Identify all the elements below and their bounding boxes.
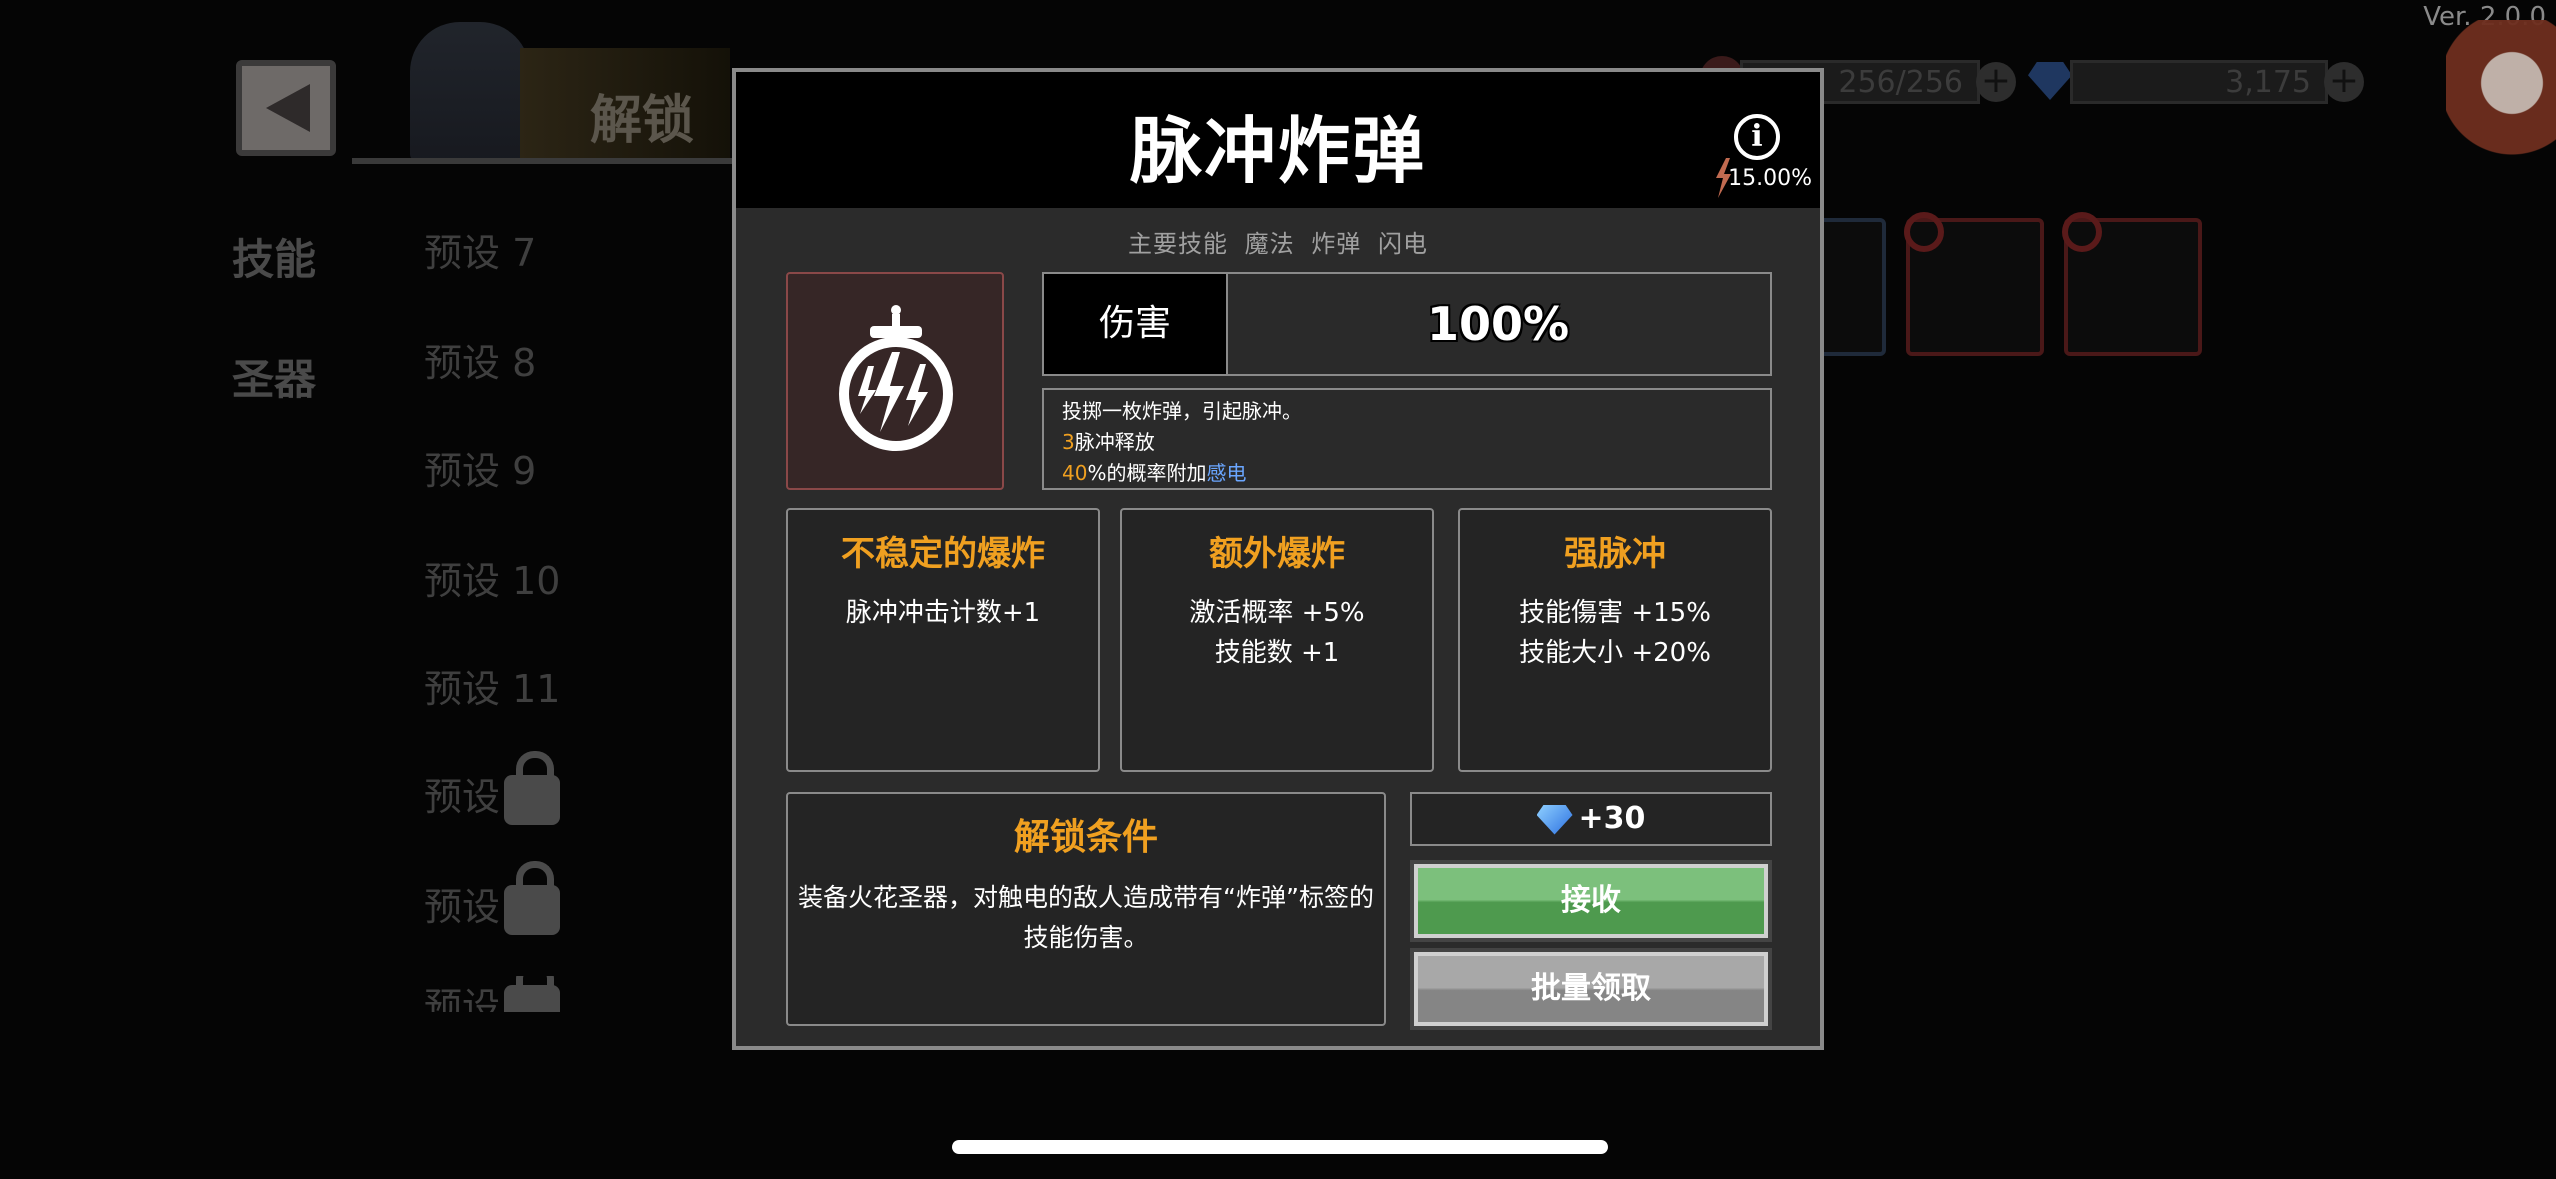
skill-tags: 主要技能 魔法 炸弹 闪电 [736, 224, 1820, 259]
upgrade-name: 额外爆炸 [1209, 534, 1345, 574]
description-line: 投掷一枚炸弹，引起脉冲。 [1062, 399, 1302, 423]
avatar[interactable] [2446, 20, 2556, 160]
back-arrow-icon [266, 84, 310, 132]
tag: 炸弹 [1311, 230, 1362, 258]
tab-unlock[interactable]: 解锁 [520, 48, 730, 158]
upgrade-effects: 激活概率 +5% 技能数 +1 [1122, 593, 1432, 673]
upgrade-effect: 激活概率 +5% [1189, 598, 1365, 628]
unlock-condition: 解锁条件 装备火花圣器，对触电的敌人造成带有“炸弹”标签的技能伤害。 [786, 792, 1386, 1026]
upgrade-effect: 技能大小 +20% [1519, 638, 1711, 668]
skill-slot-locked[interactable] [1904, 212, 2044, 356]
unlock-text: 装备火花圣器，对触电的敌人造成带有“炸弹”标签的技能伤害。 [798, 883, 1374, 952]
gems-value: 3,175 [2225, 65, 2311, 100]
gem-icon [1536, 804, 1573, 835]
upgrade-card[interactable]: 强脉冲 技能傷害 +15% 技能大小 +20% [1458, 508, 1772, 772]
damage-stat: 伤害 100% [1042, 272, 1772, 376]
skill-icon-frame [786, 272, 1004, 490]
preset-item-locked[interactable]: 预设 [424, 750, 561, 825]
crit-rate: 15.00% [1728, 166, 1812, 191]
stat-value: 100% [1426, 297, 1570, 351]
category-skills[interactable]: 技能 [232, 226, 316, 287]
reward-display: +30 [1410, 792, 1772, 846]
accept-button[interactable]: 接收 [1410, 860, 1772, 942]
description-line: 40%的概率附加感电 [1062, 461, 1247, 485]
upgrade-effects: 技能傷害 +15% 技能大小 +20% [1460, 593, 1770, 673]
tag: 魔法 [1244, 230, 1295, 258]
skill-slot-locked[interactable] [2062, 212, 2202, 356]
ban-icon [1904, 212, 1944, 252]
gem-icon [2028, 62, 2072, 100]
skill-detail-modal: 脉冲炸弹 i 15.00% 主要技能 魔法 炸弹 闪电 伤害 100% 投掷一枚… [732, 68, 1824, 1050]
tab-underline [352, 158, 732, 164]
add-gems-button[interactable]: + [2324, 62, 2364, 102]
electrified-link[interactable]: 感电 [1206, 461, 1246, 485]
home-indicator[interactable] [952, 1140, 1608, 1154]
preset-item-locked[interactable]: 预设 [424, 860, 561, 935]
reward-amount: +30 [1578, 801, 1646, 836]
upgrade-name: 强脉冲 [1564, 534, 1666, 574]
preset-item[interactable]: 预设 9 [424, 440, 536, 495]
tag: 闪电 [1377, 230, 1428, 258]
preset-item[interactable]: 预设 11 [424, 658, 560, 713]
preset-item[interactable]: 预设 8 [424, 332, 536, 387]
batch-claim-button[interactable]: 批量领取 [1410, 948, 1772, 1030]
modal-header: 脉冲炸弹 i 15.00% [736, 72, 1820, 208]
upgrade-name: 不稳定的爆炸 [841, 534, 1045, 574]
add-hp-button[interactable]: + [1976, 62, 2016, 102]
upgrade-effect: 技能傷害 +15% [1519, 598, 1711, 628]
preset-item[interactable]: 预设 10 [424, 550, 560, 605]
lock-icon [504, 860, 561, 935]
unlock-title: 解锁条件 [1013, 817, 1158, 858]
description-line: 3脉冲释放 [1062, 430, 1155, 454]
category-relics[interactable]: 圣器 [232, 346, 316, 407]
pulse-bomb-icon [839, 305, 953, 451]
back-button[interactable] [236, 60, 336, 156]
upgrade-card[interactable]: 额外爆炸 激活概率 +5% 技能数 +1 [1120, 508, 1434, 772]
lock-icon [504, 750, 561, 825]
gems-bar: 3,175 [2070, 60, 2328, 104]
tab-unlock-label: 解锁 [590, 91, 695, 151]
upgrade-effect: 脉冲冲击计数+1 [845, 598, 1041, 628]
character-portrait [410, 22, 530, 162]
stat-label: 伤害 [1044, 274, 1228, 374]
preset-item[interactable]: 预设 7 [424, 222, 536, 277]
skill-description: 投掷一枚炸弹，引起脉冲。 3脉冲释放 40%的概率附加感电 [1042, 388, 1772, 490]
preset-item-locked[interactable]: 预设 [424, 976, 561, 1012]
tag: 主要技能 [1128, 230, 1229, 258]
upgrade-card[interactable]: 不稳定的爆炸 脉冲冲击计数+1 [786, 508, 1100, 772]
hp-value: 256/256 [1838, 65, 1963, 100]
ban-icon [2062, 212, 2102, 252]
upgrade-effect: 技能数 +1 [1214, 638, 1340, 668]
skill-title: 脉冲炸弹 [1129, 109, 1426, 193]
info-icon[interactable]: i [1734, 114, 1780, 160]
lock-icon [504, 976, 561, 1012]
upgrade-effects: 脉冲冲击计数+1 [788, 593, 1098, 633]
